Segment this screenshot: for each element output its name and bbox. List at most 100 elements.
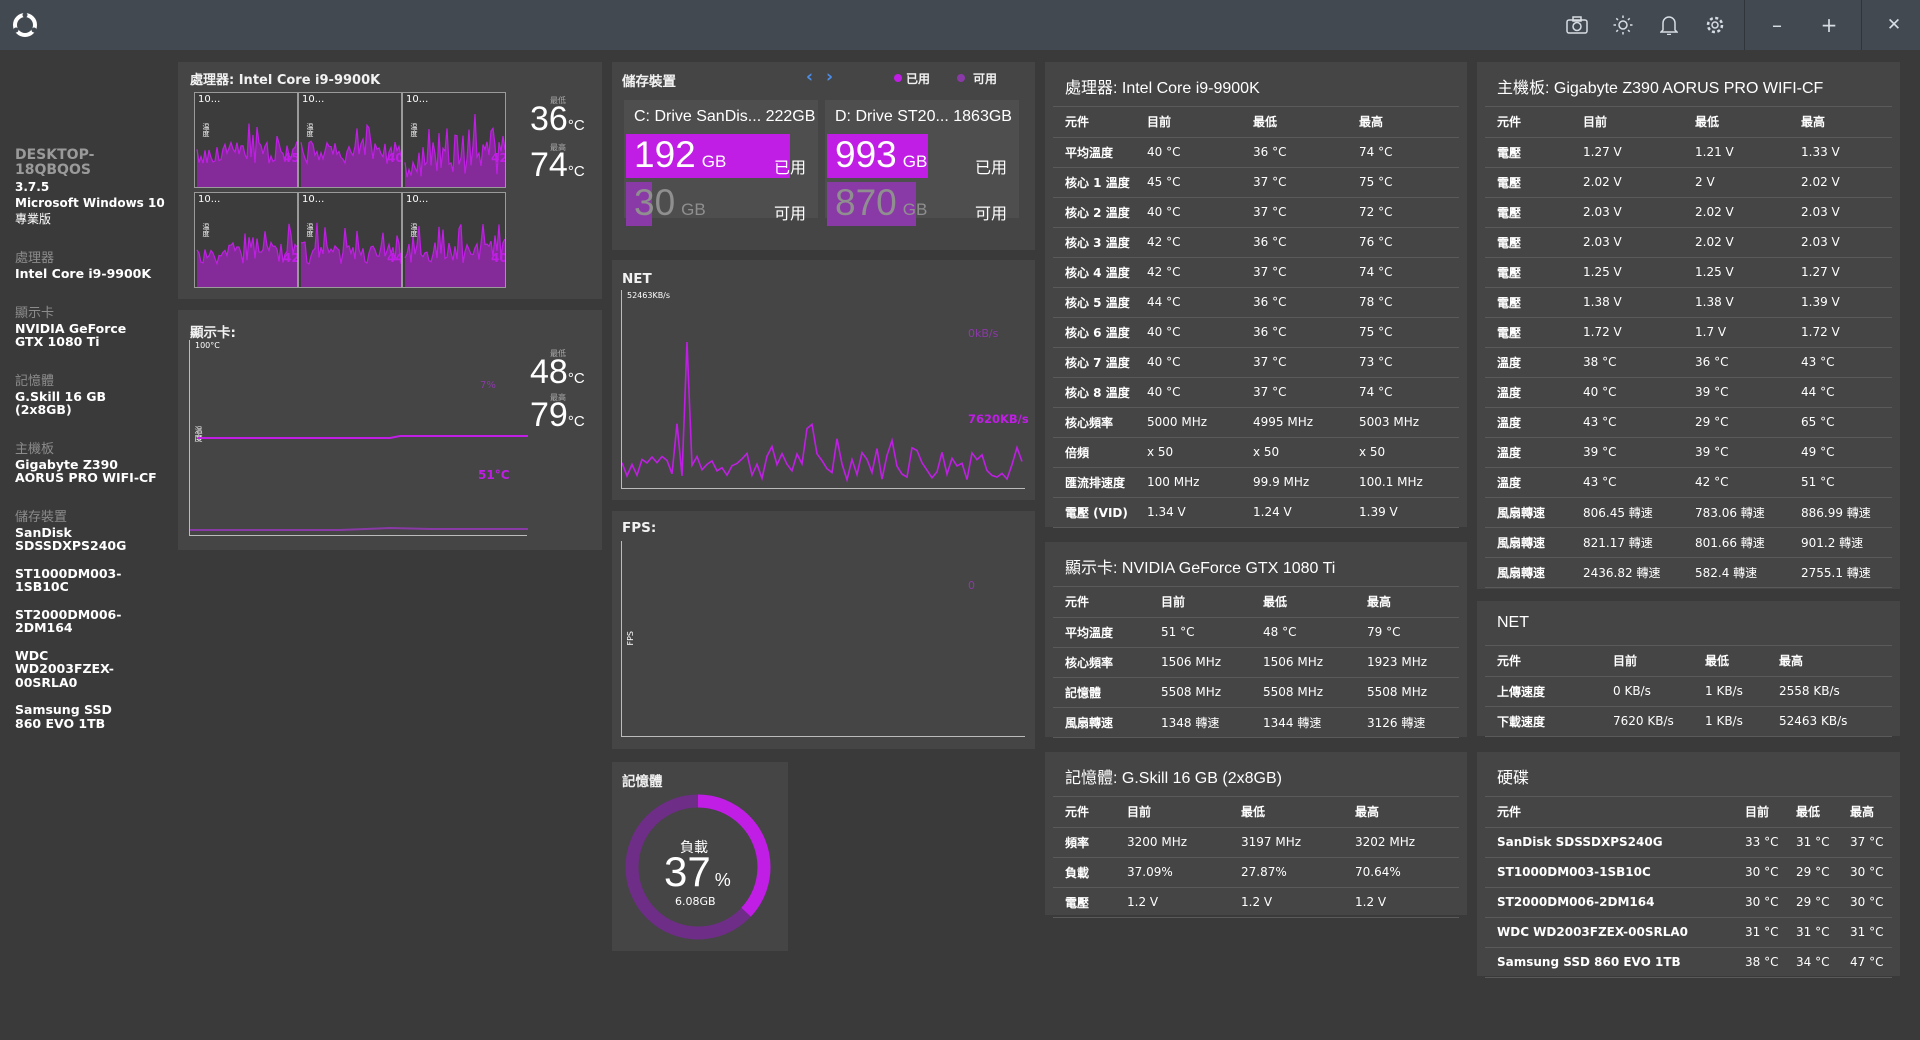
drive-used-value: 192: [634, 134, 696, 175]
table-header-row: 元件 目前 最低 最高: [1485, 797, 1892, 828]
bell-icon[interactable]: [1646, 0, 1692, 50]
table-cell: 2.02 V: [1789, 167, 1892, 198]
table-cell: 平均溫度: [1053, 617, 1149, 648]
table-row: 風扇轉速 806.45 轉速 783.06 轉速 886.99 轉速: [1485, 497, 1892, 528]
cpu-name: Intel Core i9-9900K: [15, 266, 152, 282]
drive-free-label: 可用: [974, 204, 1007, 223]
memory-load-readout: 37%: [664, 848, 731, 896]
table-cell: 76 °C: [1347, 227, 1459, 258]
table-row: 電壓 1.25 V 1.25 V 1.27 V: [1485, 257, 1892, 288]
table-cell: 51 °C: [1789, 467, 1892, 498]
table-cell: 30 °C: [1733, 887, 1784, 918]
table-cell: 73 °C: [1347, 347, 1459, 378]
table-cell: 39 °C: [1683, 437, 1789, 468]
table-cell: 7620 KB/s: [1601, 706, 1693, 737]
table-row: 核心 7 溫度 40 °C 37 °C 73 °C: [1053, 347, 1459, 378]
table-row: 溫度 43 °C 29 °C 65 °C: [1485, 407, 1892, 438]
disk-stats-panel: 硬碟 元件 目前 最低 最高 SanDisk SDSSDXPS240G 33 °C 31 °…: [1477, 752, 1900, 978]
drive-unit: GB: [902, 200, 928, 219]
table-cell: 下載速度: [1485, 706, 1601, 737]
net-download-series: [622, 341, 1023, 483]
table-row: 電壓 1.2 V 1.2 V 1.2 V: [1053, 887, 1459, 918]
table-cell: 30 °C: [1838, 887, 1892, 918]
table-cell: 1.38 V: [1571, 287, 1683, 318]
table-cell: x 50: [1241, 437, 1347, 468]
net-stats-panel: NET 元件 目前 最低 最高 上傳速度 0 KB/s 1 KB/s 2558 KB/s 下載速…: [1477, 601, 1900, 737]
maximize-button[interactable]: +: [1803, 0, 1855, 50]
core-temp-graph: 10... 温度 40: [402, 192, 506, 288]
table-cell: 電壓: [1485, 197, 1571, 228]
table-row: 匯流排速度 100 MHz 99.9 MHz 100.1 MHz: [1053, 467, 1459, 498]
ram-stats-panel: 記憶體: G.Skill 16 GB (2x8GB) 元件 目前 最低 最高 頻率 320…: [1045, 752, 1467, 918]
table-cell: 核心 3 溫度: [1053, 227, 1135, 258]
drive-card[interactable]: C: Drive SanDis... 222GB 192 GB 已用 30 GB 可用: [624, 100, 818, 226]
close-button[interactable]: ✕: [1868, 0, 1920, 50]
table-cell: x 50: [1135, 437, 1241, 468]
drive-used-readout: 192 GB: [634, 134, 726, 176]
core-temp-graph: 10... 温度 42: [194, 192, 298, 288]
minimize-button[interactable]: –: [1751, 0, 1803, 50]
table-cell: 79 °C: [1355, 617, 1459, 648]
table-cell: x 50: [1347, 437, 1459, 468]
gpu-temp-line: [190, 435, 528, 531]
table-header: 最高: [1355, 587, 1459, 618]
core-temp-value: 45: [283, 151, 297, 165]
table-cell: 核心頻率: [1053, 647, 1149, 678]
table-cell: 電壓: [1485, 257, 1571, 288]
table-cell: 40 °C: [1135, 137, 1241, 168]
table-row: WDC WD2003FZEX-00SRLA0 31 °C 31 °C 31 °C: [1485, 917, 1892, 948]
table-header: 最高: [1838, 797, 1892, 828]
brightness-icon[interactable]: [1600, 0, 1646, 50]
table-cell: 風扇轉速: [1485, 527, 1571, 558]
ram-name: G.Skill 16 GB (2x8GB): [15, 388, 107, 418]
table-cell: 65 °C: [1789, 407, 1892, 438]
table-cell: 1.2 V: [1343, 887, 1459, 918]
table-row: 核心 6 溫度 40 °C 36 °C 75 °C: [1053, 317, 1459, 348]
table-cell: 電壓: [1485, 287, 1571, 318]
cpu-stats-table: 元件 目前 最低 最高 平均溫度 40 °C 36 °C 74 °C 核心 1 溫度 45 °C 3…: [1053, 107, 1459, 528]
table-cell: 1.27 V: [1789, 257, 1892, 288]
table-row: 電壓 1.38 V 1.38 V 1.39 V: [1485, 287, 1892, 318]
drive-card[interactable]: D: Drive ST20... 1863GB 993 GB 已用 870 GB 可用: [825, 100, 1019, 226]
cpu-max-temp-value: 74: [530, 146, 568, 184]
table-cell: 0 KB/s: [1601, 676, 1693, 707]
gpu-temp-series: [198, 435, 528, 440]
cpu-panel-title: 處理器: Intel Core i9-9900K: [190, 73, 381, 88]
fps-value: 0: [968, 579, 975, 592]
table-row: Samsung SSD 860 EVO 1TB 38 °C 34 °C 47 °C: [1485, 947, 1892, 978]
temp-unit: °C: [567, 413, 585, 430]
next-drive-button[interactable]: ›: [826, 67, 833, 87]
camera-icon[interactable]: [1554, 0, 1600, 50]
table-cell: 1 KB/s: [1693, 676, 1767, 707]
table-cell: 溫度: [1485, 347, 1571, 378]
table-row: ST2000DM006-2DM164 30 °C 29 °C 30 °C: [1485, 887, 1892, 918]
table-cell: 49 °C: [1789, 437, 1892, 468]
table-cell: 1.39 V: [1789, 287, 1892, 318]
drive-free-readout: 30 GB: [634, 182, 706, 224]
table-cell: 31 °C: [1733, 917, 1784, 948]
previous-drive-button[interactable]: ‹: [806, 67, 813, 87]
table-cell: 1.72 V: [1571, 317, 1683, 348]
ram-category: 記憶體: [15, 373, 55, 389]
core-graph-scale: 10...: [198, 94, 221, 105]
logo-icon: [13, 12, 37, 37]
net-graph: 52463KB/s 0kB/s 7620KB/s: [621, 290, 1029, 489]
cpu-category: 處理器: [15, 251, 55, 267]
table-cell: 99.9 MHz: [1241, 467, 1347, 498]
disk-stats-title: 硬碟: [1497, 770, 1530, 787]
table-cell: 31 °C: [1838, 917, 1892, 948]
mb-stats-table: 元件 目前 最低 最高 電壓 1.27 V 1.21 V 1.33 V 電壓 2.02 V2 V2…: [1485, 107, 1892, 588]
table-row: 核心 2 溫度 40 °C 37 °C 72 °C: [1053, 197, 1459, 228]
core-graph-scale: 10...: [406, 194, 429, 205]
core-temp-area: [405, 114, 505, 187]
table-header: 目前: [1115, 797, 1229, 828]
table-cell: 1 KB/s: [1693, 706, 1767, 737]
gear-icon[interactable]: [1692, 0, 1738, 50]
table-cell: 582.4 轉速: [1683, 557, 1789, 588]
table-cell: 1.25 V: [1683, 257, 1789, 288]
memory-load-value: 37: [664, 848, 711, 895]
drive-name: WDC WD2003FZEX-00SRLA0: [15, 647, 114, 690]
table-header-row: 元件 目前 最低 最高: [1485, 107, 1892, 138]
cpu-max-temp: 74°C: [530, 146, 585, 185]
table-cell: 48 °C: [1251, 617, 1355, 648]
